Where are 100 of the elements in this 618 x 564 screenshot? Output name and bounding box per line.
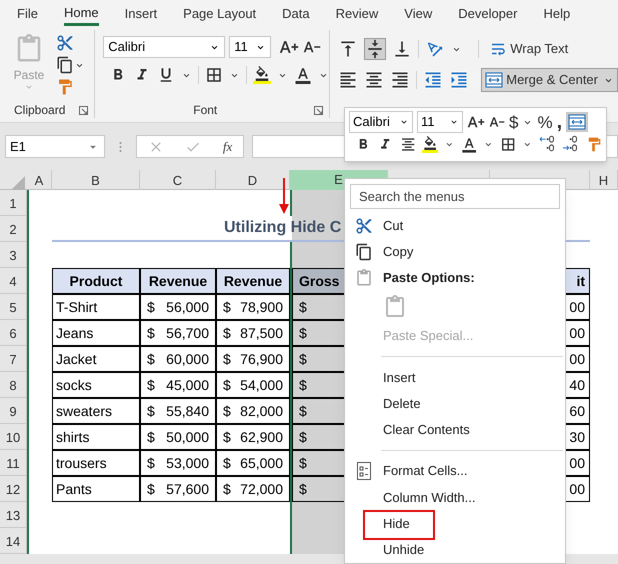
- fill-color-icon[interactable]: [422, 136, 438, 152]
- sheet-cell[interactable]: [216, 242, 290, 268]
- format-painter-icon[interactable]: [586, 136, 602, 152]
- increase-indent-icon[interactable]: [449, 70, 470, 90]
- ribbon-tab[interactable]: Help: [543, 2, 570, 26]
- table-cell-text: 56,000: [166, 298, 209, 316]
- font-size-field[interactable]: 11: [417, 111, 463, 133]
- table-cell-text: 76,900: [240, 350, 283, 368]
- ribbon-tab[interactable]: View: [404, 2, 432, 26]
- column-heading: Product: [52, 268, 140, 294]
- ribbon-tab[interactable]: Insert: [124, 2, 158, 26]
- search-field[interactable]: Search the menus: [350, 184, 560, 210]
- percent-button[interactable]: %: [537, 114, 553, 130]
- cut-icon[interactable]: [56, 34, 74, 52]
- decrease-decimal-icon[interactable]: [562, 135, 580, 153]
- table-cell-text: 87,500: [240, 324, 283, 342]
- align-right-icon[interactable]: [390, 70, 410, 90]
- row-header: 13: [0, 502, 27, 528]
- row-header: 9: [0, 398, 27, 424]
- merge-cells-icon[interactable]: [568, 114, 586, 130]
- table-cell: Jacket: [52, 346, 140, 372]
- table-cell-text: 45,000: [166, 376, 209, 394]
- font-color-icon[interactable]: [294, 66, 312, 84]
- currency-symbol: $: [223, 402, 231, 420]
- comma-button[interactable]: ,: [556, 112, 562, 132]
- currency-symbol: $: [147, 454, 155, 472]
- menu-item[interactable]: Column Width...: [383, 488, 476, 508]
- increase-decimal-icon[interactable]: [538, 135, 556, 153]
- table-cell-text: 82,000: [240, 402, 283, 420]
- menu-item[interactable]: Insert: [383, 368, 416, 388]
- menu-item[interactable]: Copy: [383, 242, 414, 262]
- row-header: 5: [0, 294, 27, 320]
- font-name-field[interactable]: Calibri: [103, 36, 226, 58]
- currency-button[interactable]: $: [509, 114, 518, 130]
- menu-item[interactable]: Clear Contents: [383, 420, 470, 440]
- currency-symbol: $: [147, 324, 155, 342]
- borders-icon[interactable]: [205, 66, 224, 84]
- group-label: Clipboard: [14, 102, 66, 119]
- table-cell-text: 53,000: [166, 454, 209, 472]
- ribbon-tab[interactable]: Page Layout: [183, 2, 256, 26]
- dialog-launcher-icon[interactable]: [314, 106, 324, 114]
- row-header: 7: [0, 346, 27, 372]
- name-box[interactable]: E1: [5, 135, 105, 158]
- merge-center-button[interactable]: Merge & Center: [481, 68, 618, 92]
- align-left-icon[interactable]: [338, 70, 358, 90]
- insert-function-button[interactable]: fx: [222, 136, 232, 156]
- currency-symbol: $: [147, 298, 155, 316]
- font-name-field[interactable]: Calibri: [349, 111, 413, 133]
- row-header: 14: [0, 528, 27, 554]
- menu-item[interactable]: Unhide: [383, 540, 424, 560]
- format-cells-icon: [357, 462, 371, 480]
- ribbon-tab[interactable]: Review: [336, 2, 378, 26]
- currency-symbol: $: [223, 454, 231, 472]
- menu-item[interactable]: Delete: [383, 394, 421, 414]
- align-center-icon[interactable]: [364, 70, 384, 90]
- table-cell-text: 57,600: [166, 480, 209, 498]
- middle-align-icon[interactable]: [364, 38, 386, 60]
- row-header: 2: [0, 216, 27, 242]
- merge-icon[interactable]: [485, 72, 504, 88]
- decrease-indent-icon[interactable]: [423, 70, 444, 90]
- group-label: Font: [193, 102, 218, 119]
- table-cell-text: 50,000: [166, 428, 209, 446]
- menu-item[interactable]: Hide: [383, 514, 410, 534]
- row-header: 3: [0, 242, 27, 268]
- fill-color-icon[interactable]: [253, 66, 272, 84]
- borders-icon[interactable]: [500, 136, 516, 152]
- currency-symbol: $: [223, 480, 231, 498]
- table-cell: Jeans: [52, 320, 140, 346]
- table-cell: Pants: [52, 476, 140, 502]
- currency-symbol: $: [299, 324, 307, 342]
- copy-icon[interactable]: [56, 56, 74, 74]
- table-cell-text: 78,900: [240, 298, 283, 316]
- table-cell: socks: [52, 372, 140, 398]
- currency-symbol: $: [147, 402, 155, 420]
- table-cell: T-Shirt: [52, 294, 140, 320]
- table-cell: shirts: [52, 424, 140, 450]
- ribbon-tab[interactable]: File: [17, 2, 38, 26]
- copy-icon: [355, 242, 373, 261]
- ribbon-tab[interactable]: Developer: [458, 2, 518, 26]
- clipboard-icon: [355, 269, 373, 288]
- table-cell-text: 62,900: [240, 428, 283, 446]
- font-size-field[interactable]: 11: [229, 36, 272, 58]
- currency-symbol: $: [299, 480, 307, 498]
- row-header: 8: [0, 372, 27, 398]
- currency-symbol: $: [299, 402, 307, 420]
- font-color-icon[interactable]: [461, 136, 478, 152]
- currency-symbol: $: [223, 350, 231, 368]
- menu-item[interactable]: Format Cells...: [383, 461, 468, 481]
- currency-symbol: $: [223, 298, 231, 316]
- currency-symbol: $: [147, 376, 155, 394]
- center-align-icon[interactable]: [400, 136, 416, 152]
- column-heading: Revenue: [140, 268, 216, 294]
- ribbon-tab[interactable]: Data: [282, 2, 310, 26]
- menu-item[interactable]: Cut: [383, 216, 404, 236]
- dialog-launcher-icon[interactable]: [79, 106, 88, 114]
- currency-symbol: $: [223, 376, 231, 394]
- sheet-title: Utilizing Hide C: [224, 218, 342, 238]
- row-header: 10: [0, 424, 27, 450]
- wrap-text-button[interactable]: Wrap Text: [489, 39, 568, 59]
- currency-symbol: $: [299, 350, 307, 368]
